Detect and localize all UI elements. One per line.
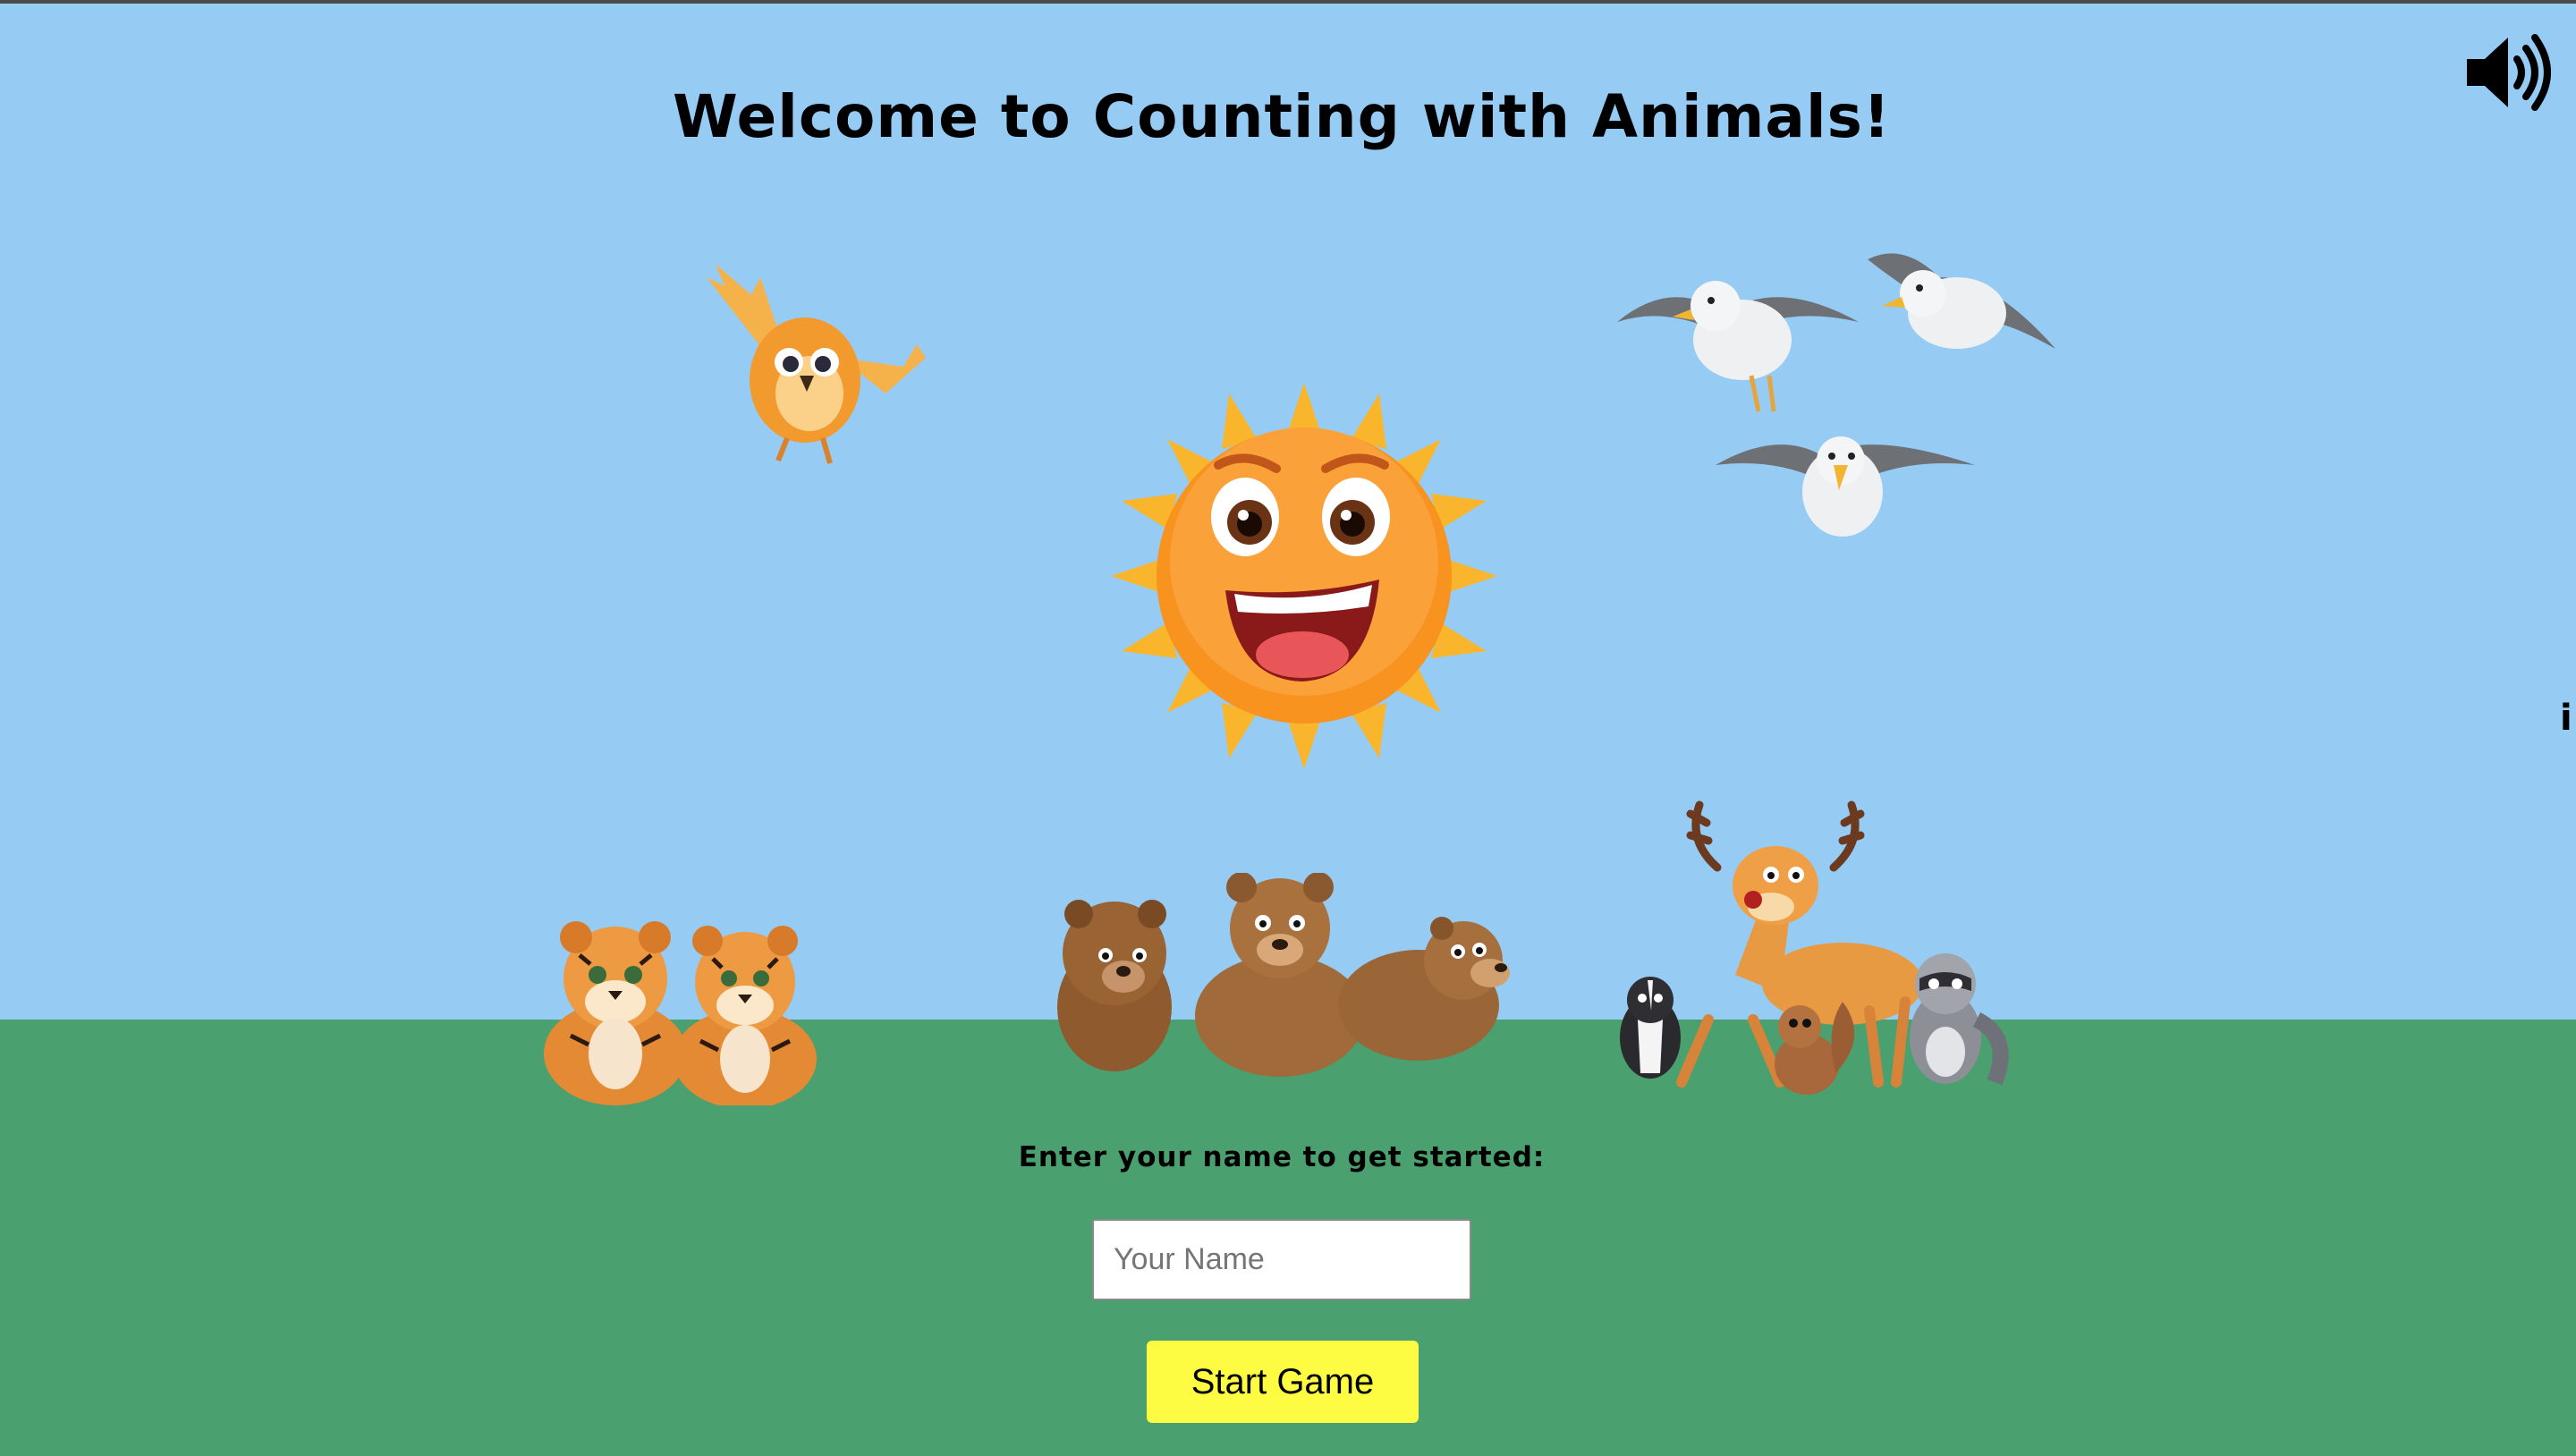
page-title: Welcome to Counting with Animals!: [673, 82, 1891, 151]
edge-glyph: i: [2560, 698, 2572, 739]
name-input[interactable]: [1092, 1219, 1471, 1300]
welcome-screen: Welcome to Counting with Animals! i Ente…: [0, 0, 2576, 1456]
brown-bears-illustration: [1057, 873, 1510, 1077]
start-game-button[interactable]: Start Game: [1147, 1341, 1419, 1423]
tiger-cubs-illustration: [544, 921, 817, 1105]
forest-friends-illustration: [1620, 800, 2009, 1095]
smiling-sun-illustration: [1111, 383, 1497, 769]
name-prompt: Enter your name to get started:: [1018, 1141, 1546, 1173]
speaker-volume-icon[interactable]: [2462, 32, 2551, 113]
orange-bird-illustration: [707, 264, 926, 464]
seagulls-illustration: [1617, 253, 2055, 537]
window-top-border: [0, 0, 2576, 4]
